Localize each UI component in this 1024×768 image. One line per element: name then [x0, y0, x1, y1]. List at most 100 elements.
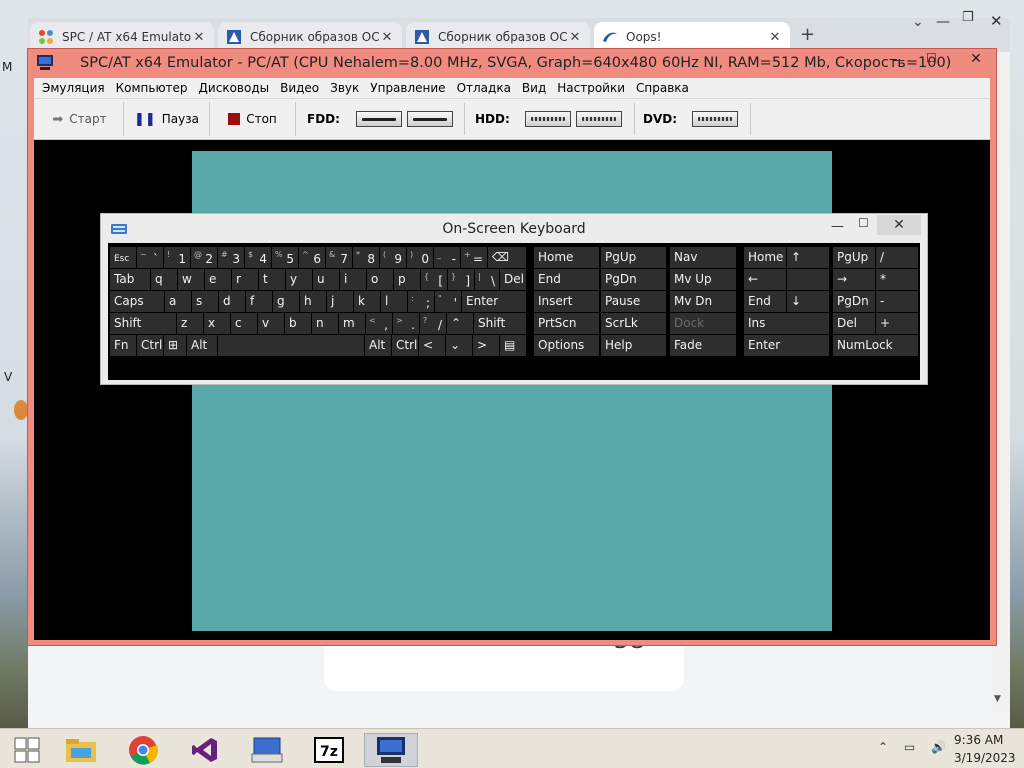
osk-key[interactable]: Dock: [670, 313, 736, 334]
osk-key[interactable]: End: [744, 291, 786, 312]
osk-key[interactable]: ▤: [500, 335, 526, 356]
osk-key[interactable]: m: [339, 313, 365, 334]
osk-key[interactable]: PrtScn: [534, 313, 599, 334]
browser-minimize-button[interactable]: —: [936, 14, 950, 30]
osk-key[interactable]: f: [246, 291, 272, 312]
osk-key[interactable]: <: [419, 335, 445, 356]
osk-key[interactable]: t: [259, 269, 285, 290]
osk-key[interactable]: Del: [500, 269, 526, 290]
osk-maximize-button[interactable]: ☐: [858, 216, 869, 230]
menu-sound[interactable]: Звук: [330, 81, 359, 95]
osk-key[interactable]: j: [327, 291, 353, 312]
osk-key[interactable]: Del: [833, 313, 875, 334]
osk-key[interactable]: +: [876, 313, 918, 334]
osk-key[interactable]: PgUp: [601, 247, 666, 268]
osk-key[interactable]: x: [204, 313, 230, 334]
clock-date[interactable]: 3/19/2023: [954, 751, 1016, 765]
osk-key[interactable]: ⌫: [488, 247, 526, 268]
osk-key[interactable]: l: [381, 291, 407, 312]
osk-key[interactable]: s: [192, 291, 218, 312]
osk-key[interactable]: Enter: [744, 335, 829, 356]
osk-key[interactable]: :;: [408, 291, 434, 312]
osk-key[interactable]: Alt: [187, 335, 217, 356]
osk-key[interactable]: | \: [475, 269, 499, 290]
osk-key[interactable]: a: [165, 291, 191, 312]
osk-key[interactable]: Insert: [534, 291, 599, 312]
menu-computer[interactable]: Компьютер: [116, 81, 188, 95]
osk-key[interactable]: ←: [744, 269, 786, 290]
osk-key[interactable]: e: [205, 269, 231, 290]
osk-key[interactable]: -: [876, 291, 918, 312]
osk-key[interactable]: [787, 269, 829, 290]
osk-key[interactable]: Esc: [110, 247, 136, 268]
osk-key[interactable]: #3: [218, 247, 244, 268]
osk-key[interactable]: Options: [534, 335, 599, 356]
osk-key[interactable]: Ctrl: [392, 335, 418, 356]
osk-key[interactable]: Nav: [670, 247, 736, 268]
clock-time[interactable]: 9:36 AM: [954, 733, 1003, 747]
osk-key[interactable]: *: [876, 269, 918, 290]
7zip-icon[interactable]: 7z: [302, 733, 356, 767]
stop-button[interactable]: Стоп: [210, 102, 296, 136]
osk-key[interactable]: ↑: [787, 247, 829, 268]
osk-key[interactable]: g: [273, 291, 299, 312]
osk-key[interactable]: % 5: [272, 247, 298, 268]
osk-key[interactable]: " ': [435, 291, 461, 312]
browser-close-button[interactable]: ✕: [990, 12, 1003, 30]
osk-key[interactable]: (9: [380, 247, 406, 268]
osk-key[interactable]: ~ `: [137, 247, 163, 268]
osk-key[interactable]: Fade: [670, 335, 736, 356]
scroll-down-icon[interactable]: ▼: [994, 694, 1001, 704]
close-icon[interactable]: ✕: [768, 30, 782, 45]
browser-maximize-button[interactable]: ❐: [962, 10, 974, 25]
osk-key[interactable]: ^ 6: [299, 247, 325, 268]
osk-key[interactable]: Mv Dn: [670, 291, 736, 312]
osk-key[interactable]: >.: [393, 313, 419, 334]
osk-key[interactable]: Home: [534, 247, 599, 268]
osk-key[interactable]: c: [231, 313, 257, 334]
osk-key[interactable]: Fn: [110, 335, 136, 356]
osk-key[interactable]: NumLock: [833, 335, 918, 356]
osk-key[interactable]: q: [151, 269, 177, 290]
close-icon[interactable]: ✕: [568, 30, 582, 45]
visual-studio-icon[interactable]: [178, 733, 232, 767]
menu-settings[interactable]: Настройки: [557, 81, 625, 95]
osk-key[interactable]: w: [178, 269, 204, 290]
menu-video[interactable]: Видео: [280, 81, 319, 95]
osk-key[interactable]: z: [177, 313, 203, 334]
osk-key[interactable]: Tab: [110, 269, 150, 290]
osk-key[interactable]: Help: [601, 335, 666, 356]
new-tab-button[interactable]: +: [800, 24, 815, 45]
osk-key[interactable]: }]: [448, 269, 474, 290]
osk-key[interactable]: Enter: [462, 291, 526, 312]
file-explorer-icon[interactable]: [54, 733, 108, 767]
osk-key[interactable]: i: [340, 269, 366, 290]
osk-key[interactable]: →: [833, 269, 875, 290]
osk-key[interactable]: o: [367, 269, 393, 290]
osk-key[interactable]: v: [258, 313, 284, 334]
osk-key[interactable]: Mv Up: [670, 269, 736, 290]
osk-key[interactable]: /: [876, 247, 918, 268]
hdd-drive-2-icon[interactable]: [576, 111, 622, 127]
close-icon[interactable]: ✕: [192, 30, 206, 45]
emulator-monitor-icon[interactable]: [364, 733, 418, 767]
pause-button[interactable]: ❚❚ Пауза: [124, 102, 210, 136]
chrome-icon[interactable]: [116, 733, 170, 767]
osk-key[interactable]: k: [354, 291, 380, 312]
osk-key[interactable]: Home: [744, 247, 786, 268]
osk-key[interactable]: ⊞: [164, 335, 186, 356]
osk-key[interactable]: _ -: [434, 247, 460, 268]
osk-key[interactable]: b: [285, 313, 311, 334]
osk-key[interactable]: PgDn: [833, 291, 875, 312]
menu-debug[interactable]: Отладка: [457, 81, 511, 95]
osk-key[interactable]: >: [473, 335, 499, 356]
menu-help[interactable]: Справка: [636, 81, 689, 95]
osk-key[interactable]: ↓: [787, 291, 829, 312]
osk-key[interactable]: Pause: [601, 291, 666, 312]
osk-key[interactable]: ⌃: [447, 313, 473, 334]
osk-key[interactable]: Shift: [474, 313, 526, 334]
fdd-drive-a-icon[interactable]: [356, 111, 402, 127]
osk-key[interactable]: * 8: [353, 247, 379, 268]
osk-key[interactable]: p: [394, 269, 420, 290]
menu-emulation[interactable]: Эмуляция: [42, 81, 105, 95]
